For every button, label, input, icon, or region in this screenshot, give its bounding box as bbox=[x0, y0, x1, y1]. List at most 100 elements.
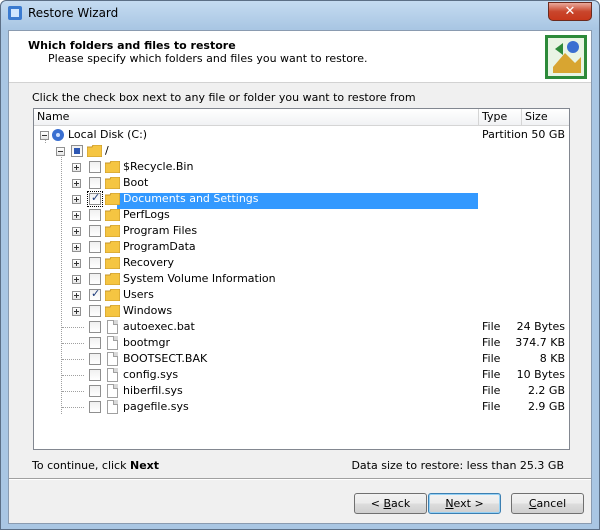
column-header-type[interactable]: Type bbox=[479, 109, 522, 126]
checkbox[interactable] bbox=[89, 209, 101, 221]
tree-row-folder[interactable]: Recovery bbox=[34, 255, 569, 271]
tree-label: Local Disk (C:) bbox=[68, 128, 148, 141]
expand-toggle[interactable] bbox=[72, 163, 81, 172]
tree-row-file[interactable]: BOOTSECT.BAK File 8 KB bbox=[34, 351, 569, 367]
tree-row-folder[interactable]: Users bbox=[34, 287, 569, 303]
checkbox[interactable] bbox=[89, 225, 101, 237]
checkbox[interactable] bbox=[89, 321, 101, 333]
tree-label: Windows bbox=[123, 304, 173, 317]
checkbox[interactable] bbox=[89, 161, 101, 173]
type-cell: File bbox=[482, 384, 501, 397]
tree-row-folder[interactable]: System Volume Information bbox=[34, 271, 569, 287]
back-rest: ack bbox=[391, 497, 411, 510]
tree-row-file[interactable]: hiberfil.sys File 2.2 GB bbox=[34, 383, 569, 399]
checkbox[interactable] bbox=[71, 145, 83, 157]
window-title: Restore Wizard bbox=[28, 6, 119, 20]
next-accelerator: N bbox=[445, 497, 454, 510]
checkbox[interactable] bbox=[89, 353, 101, 365]
size-cell: 50 GB bbox=[531, 128, 565, 141]
folder-icon bbox=[105, 177, 120, 189]
expand-toggle[interactable] bbox=[72, 195, 81, 204]
folder-icon bbox=[105, 289, 120, 301]
collapse-toggle[interactable] bbox=[40, 131, 49, 140]
cancel-rest: ancel bbox=[536, 497, 567, 510]
tree-label: autoexec.bat bbox=[123, 320, 195, 333]
tree-label: Boot bbox=[123, 176, 149, 189]
checkbox[interactable] bbox=[89, 401, 101, 413]
tree-row-file[interactable]: bootmgr File 374.7 KB bbox=[34, 335, 569, 351]
tree-row-folder[interactable]: PerfLogs bbox=[34, 207, 569, 223]
tree-label: Program Files bbox=[123, 224, 198, 237]
checkbox[interactable] bbox=[89, 305, 101, 317]
tree-row-file[interactable]: config.sys File 10 Bytes bbox=[34, 367, 569, 383]
tree-row-folder[interactable]: $Recycle.Bin bbox=[34, 159, 569, 175]
expand-toggle[interactable] bbox=[72, 211, 81, 220]
expand-toggle[interactable] bbox=[72, 243, 81, 252]
tree-line bbox=[62, 343, 84, 344]
tree-row-slash[interactable]: / bbox=[34, 143, 569, 159]
size-cell: 24 Bytes bbox=[516, 320, 565, 333]
tree-label: / bbox=[105, 144, 109, 157]
tree-label: Users bbox=[123, 288, 154, 301]
tree-row-folder[interactable]: ProgramData bbox=[34, 239, 569, 255]
tree-label: $Recycle.Bin bbox=[123, 160, 194, 173]
tree-line bbox=[62, 359, 84, 360]
expand-toggle[interactable] bbox=[72, 275, 81, 284]
checkbox[interactable] bbox=[89, 177, 101, 189]
size-cell: 374.7 KB bbox=[515, 336, 565, 349]
footer-divider bbox=[9, 478, 591, 480]
cancel-button[interactable]: Cancel bbox=[511, 493, 584, 514]
wizard-client-area: Which folders and files to restore Pleas… bbox=[8, 30, 592, 524]
checkbox[interactable] bbox=[89, 337, 101, 349]
checkbox[interactable] bbox=[89, 369, 101, 381]
column-header-size[interactable]: Size bbox=[522, 109, 569, 126]
expand-toggle[interactable] bbox=[72, 307, 81, 316]
close-button[interactable]: ✕ bbox=[548, 2, 592, 21]
expand-toggle[interactable] bbox=[72, 259, 81, 268]
file-icon bbox=[107, 368, 118, 382]
expand-toggle[interactable] bbox=[72, 227, 81, 236]
tree-row-root[interactable]: Local Disk (C:) Partition 50 GB bbox=[34, 127, 569, 143]
restore-tree-list[interactable]: Name Type Size Local Disk (C:) Partition… bbox=[33, 108, 570, 450]
type-cell: File bbox=[482, 320, 501, 333]
folder-icon bbox=[105, 209, 120, 221]
tree-row-folder[interactable]: Program Files bbox=[34, 223, 569, 239]
type-cell: File bbox=[482, 352, 501, 365]
tree-row-folder[interactable]: Boot bbox=[34, 175, 569, 191]
checkbox[interactable] bbox=[87, 191, 103, 207]
file-icon bbox=[107, 400, 118, 414]
column-header-name[interactable]: Name bbox=[34, 109, 479, 126]
close-icon: ✕ bbox=[564, 4, 576, 19]
checkbox[interactable] bbox=[89, 385, 101, 397]
title-bar[interactable]: Restore Wizard ✕ bbox=[1, 1, 599, 29]
continue-prefix: To continue, click bbox=[32, 459, 130, 472]
continue-hint: To continue, click Next bbox=[32, 459, 159, 472]
app-icon bbox=[8, 6, 22, 20]
tree-label: Documents and Settings bbox=[123, 192, 259, 205]
checkbox[interactable] bbox=[89, 273, 101, 285]
back-button[interactable]: < Back bbox=[354, 493, 427, 514]
tree-label: pagefile.sys bbox=[123, 400, 189, 413]
collapse-toggle[interactable] bbox=[56, 147, 65, 156]
instruction-text: Click the check box next to any file or … bbox=[32, 91, 416, 104]
next-button[interactable]: Next > bbox=[428, 493, 501, 514]
tree-line bbox=[62, 407, 84, 408]
tree-row-folder-selected[interactable]: Documents and Settings bbox=[34, 191, 569, 207]
tree-line bbox=[62, 327, 84, 328]
size-cell: 8 KB bbox=[539, 352, 565, 365]
expand-toggle[interactable] bbox=[72, 291, 81, 300]
tree-row-folder[interactable]: Windows bbox=[34, 303, 569, 319]
expand-toggle[interactable] bbox=[72, 179, 81, 188]
data-size-label: Data size to restore: less than 25.3 GB bbox=[351, 459, 564, 472]
checkbox[interactable] bbox=[89, 287, 101, 301]
tree-label: Recovery bbox=[123, 256, 175, 269]
tree-row-file[interactable]: autoexec.bat File 24 Bytes bbox=[34, 319, 569, 335]
tree-label: bootmgr bbox=[123, 336, 170, 349]
checkbox[interactable] bbox=[89, 257, 101, 269]
file-icon bbox=[107, 384, 118, 398]
checkbox[interactable] bbox=[89, 241, 101, 253]
size-cell: 10 Bytes bbox=[516, 368, 565, 381]
folder-icon bbox=[105, 161, 120, 173]
next-rest: ext > bbox=[453, 497, 484, 510]
tree-row-file[interactable]: pagefile.sys File 2.9 GB bbox=[34, 399, 569, 415]
